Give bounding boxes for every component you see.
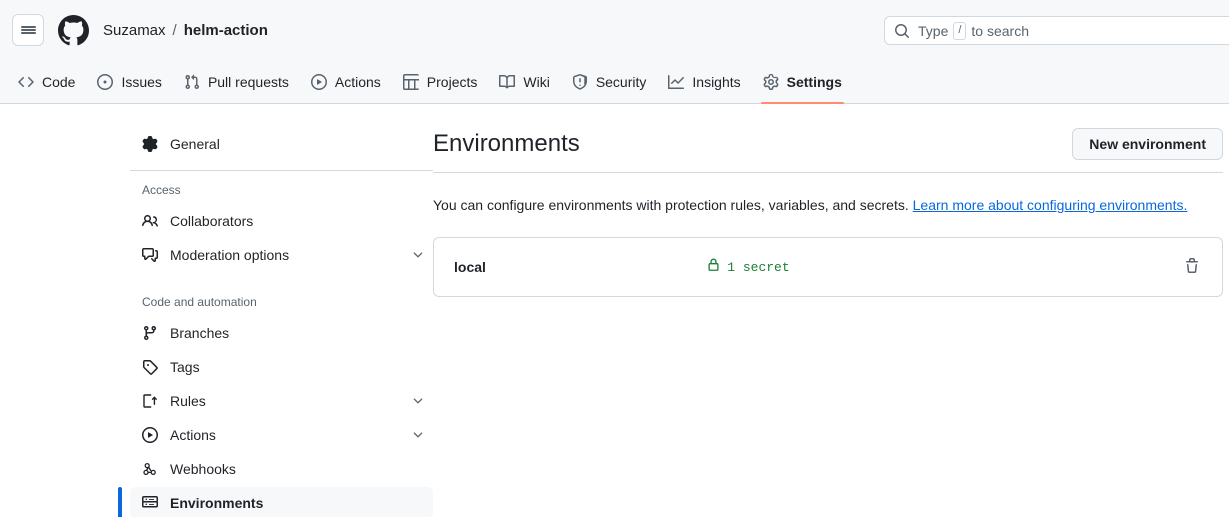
sidebar-divider <box>130 170 433 171</box>
people-icon <box>142 213 158 229</box>
sidebar-item-tags-label: Tags <box>170 359 200 375</box>
sidebar-item-collaborators-label: Collaborators <box>170 213 254 229</box>
sidebar-item-branches[interactable]: Branches <box>130 317 433 349</box>
environment-secrets-badge: 1 secret <box>486 257 1010 277</box>
sidebar-item-general-label: General <box>170 136 220 152</box>
tab-wiki[interactable]: Wiki <box>489 60 559 103</box>
environment-row[interactable]: local 1 secret <box>433 237 1223 297</box>
tab-code-label: Code <box>42 73 76 90</box>
app-header: Suzamax / helm-action Type / to search <box>0 0 1229 60</box>
tab-code[interactable]: Code <box>8 60 85 103</box>
breadcrumb-separator: / <box>172 21 177 39</box>
tab-pull-requests[interactable]: Pull requests <box>174 60 299 103</box>
sidebar-item-collaborators[interactable]: Collaborators <box>130 205 433 237</box>
play-icon <box>310 73 327 90</box>
chevron-down-icon <box>411 248 425 262</box>
repo-navigation: Code Issues Pull requests Actions Projec… <box>0 60 1229 104</box>
play-icon <box>142 427 158 443</box>
search-input[interactable]: Type / to search <box>884 16 1229 45</box>
environment-secrets-label: 1 secret <box>727 259 790 275</box>
graph-icon <box>668 74 685 90</box>
sidebar-item-rules-label: Rules <box>170 393 206 409</box>
sidebar-item-moderation-options-label: Moderation options <box>170 247 290 263</box>
comment-discussion-icon <box>142 247 158 263</box>
delete-environment-button[interactable] <box>1180 254 1204 281</box>
tab-insights[interactable]: Insights <box>658 60 750 103</box>
settings-sidebar: General Access Collaborators Moderation … <box>118 128 433 517</box>
chevron-down-icon <box>411 428 425 442</box>
issue-opened-icon <box>97 73 114 90</box>
sidebar-item-actions-label: Actions <box>170 427 216 443</box>
hamburger-icon <box>20 24 36 35</box>
environment-name: local <box>454 259 486 275</box>
chevron-down-icon <box>411 394 425 408</box>
search-placeholder-suffix: to search <box>971 22 1030 39</box>
environments-description: You can configure environments with prot… <box>433 195 1223 216</box>
learn-more-link[interactable]: Learn more about configuring environment… <box>913 197 1188 213</box>
tab-issues-label: Issues <box>121 73 162 90</box>
tab-settings-label: Settings <box>786 73 842 90</box>
rules-icon <box>142 393 158 409</box>
tab-settings[interactable]: Settings <box>753 60 852 104</box>
tab-projects[interactable]: Projects <box>393 60 488 103</box>
breadcrumb-owner[interactable]: Suzamax <box>103 22 166 39</box>
tab-actions[interactable]: Actions <box>301 60 391 103</box>
git-branch-icon <box>142 325 158 341</box>
gear-icon <box>142 136 158 152</box>
sidebar-item-branches-label: Branches <box>170 325 230 341</box>
tab-insights-label: Insights <box>692 73 741 90</box>
git-pull-request-icon <box>184 74 200 90</box>
sidebar-group-title-code-and-automation: Code and automation <box>142 295 257 309</box>
settings-sidebar-column: General Access Collaborators Moderation … <box>0 128 433 517</box>
sidebar-item-actions[interactable]: Actions <box>130 419 433 451</box>
sidebar-item-environments-label: Environments <box>170 495 264 511</box>
shield-icon <box>572 73 588 90</box>
breadcrumb: Suzamax / helm-action <box>103 22 268 39</box>
gear-icon <box>763 73 779 90</box>
tab-issues[interactable]: Issues <box>87 60 171 103</box>
sidebar-group-title-access: Access <box>142 183 181 197</box>
tab-security-label: Security <box>595 73 647 90</box>
sidebar-item-rules[interactable]: Rules <box>130 385 433 417</box>
sidebar-item-webhooks[interactable]: Webhooks <box>130 453 433 485</box>
sidebar-item-tags[interactable]: Tags <box>130 351 433 383</box>
tab-pull-requests-label: Pull requests <box>207 73 289 90</box>
tab-wiki-label: Wiki <box>523 73 550 90</box>
page-title: Environments <box>433 130 580 158</box>
server-icon <box>142 495 158 511</box>
page-header: Environments New environment <box>433 128 1223 173</box>
trash-icon <box>1184 257 1200 277</box>
lock-icon <box>706 257 721 277</box>
table-icon <box>402 73 419 90</box>
tab-projects-label: Projects <box>426 73 478 90</box>
search-placeholder: Type / to search <box>918 21 1030 40</box>
search-icon <box>894 23 910 39</box>
new-environment-button[interactable]: New environment <box>1072 128 1223 160</box>
tab-security[interactable]: Security <box>562 60 657 103</box>
tag-icon <box>142 359 158 375</box>
sidebar-item-moderation-options[interactable]: Moderation options <box>130 239 433 271</box>
hamburger-menu-button[interactable] <box>12 14 44 46</box>
sidebar-item-general[interactable]: General <box>130 128 433 160</box>
tab-actions-label: Actions <box>334 73 381 90</box>
search-slash-key: / <box>953 21 967 40</box>
breadcrumb-repo[interactable]: helm-action <box>184 22 268 39</box>
code-icon <box>18 74 34 90</box>
sidebar-item-webhooks-label: Webhooks <box>170 461 236 477</box>
sidebar-item-environments[interactable]: Environments <box>118 487 433 517</box>
page-body: General Access Collaborators Moderation … <box>0 104 1229 517</box>
webhook-icon <box>142 461 158 477</box>
book-icon <box>499 74 516 90</box>
github-logo-icon[interactable] <box>58 14 89 46</box>
main-content: Environments New environment You can con… <box>433 128 1229 517</box>
search-placeholder-prefix: Type <box>918 22 949 39</box>
environments-description-text: You can configure environments with prot… <box>433 197 909 213</box>
